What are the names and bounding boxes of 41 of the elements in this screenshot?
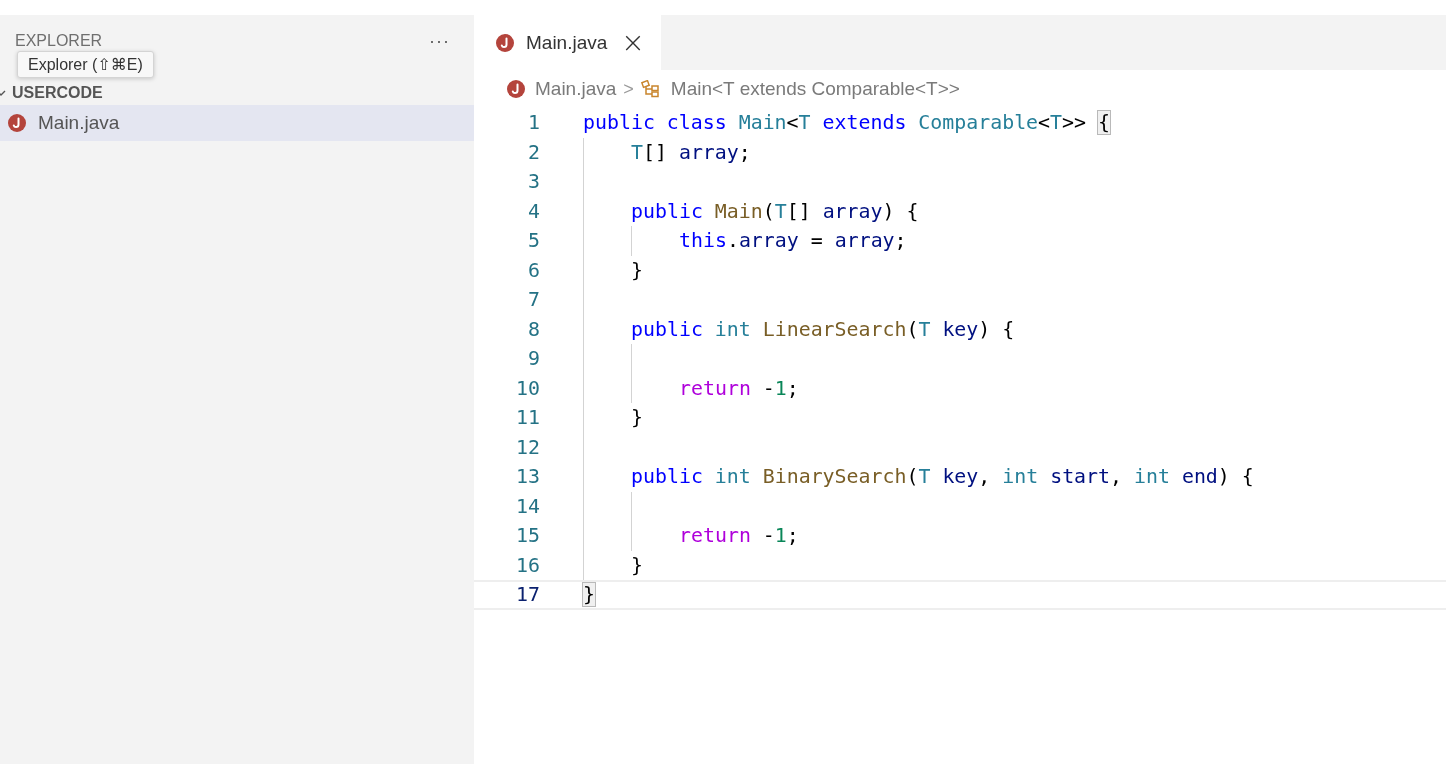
code-line: } [631, 258, 643, 282]
code-line: } [631, 553, 643, 577]
file-type-icon [496, 33, 514, 52]
line-number: 9 [527, 347, 540, 371]
line-number: 3 [527, 170, 540, 194]
code-line: } [631, 406, 643, 430]
code-line: T[] array; [631, 140, 751, 164]
line-number: 8 [527, 317, 540, 341]
line-number: 7 [527, 288, 540, 312]
more-button[interactable]: ··· [425, 30, 454, 52]
code-line: return -1; [679, 376, 799, 400]
file-type-icon [8, 114, 26, 132]
line-number: 4 [527, 199, 540, 223]
line-number: 16 [515, 553, 540, 577]
code-line: public class Main<T extends Comparable<T>> { [583, 111, 1110, 135]
breadcrumb-separator: > [623, 78, 634, 100]
file-type-icon [507, 80, 525, 98]
line-number: 15 [515, 524, 540, 548]
breadcrumb-item[interactable]: Main<T extends Comparable<T>> [640, 78, 960, 100]
code-line: public int BinarySearch(T key, int start, int end) { [631, 465, 1254, 489]
line-number: 11 [515, 406, 540, 430]
line-number: 5 [527, 229, 540, 253]
tooltip: Explorer (⇧⌘E) [17, 51, 154, 78]
line-number: 17 [515, 583, 540, 607]
line-number: 13 [515, 465, 540, 489]
editor-tab[interactable]: Main.java × [474, 15, 661, 70]
code-line: this.array = array; [679, 229, 907, 253]
line-number: 2 [527, 140, 540, 164]
code-line: public Main(T[] array) { [631, 199, 919, 223]
line-number: 10 [515, 376, 540, 400]
line-number: 1 [527, 111, 540, 135]
line-number: 12 [515, 435, 540, 459]
code-line: public int LinearSearch(T key) { [631, 317, 1015, 341]
class-icon [640, 80, 661, 98]
breadcrumb-item[interactable]: Main.java [507, 78, 617, 100]
file-item[interactable]: Main.java [0, 105, 474, 141]
code-line: return -1; [679, 524, 799, 548]
close-button[interactable]: × [619, 28, 647, 57]
panel-title: EXPLORER [15, 32, 103, 50]
line-number: 6 [527, 258, 540, 282]
line-number: 14 [515, 494, 540, 518]
